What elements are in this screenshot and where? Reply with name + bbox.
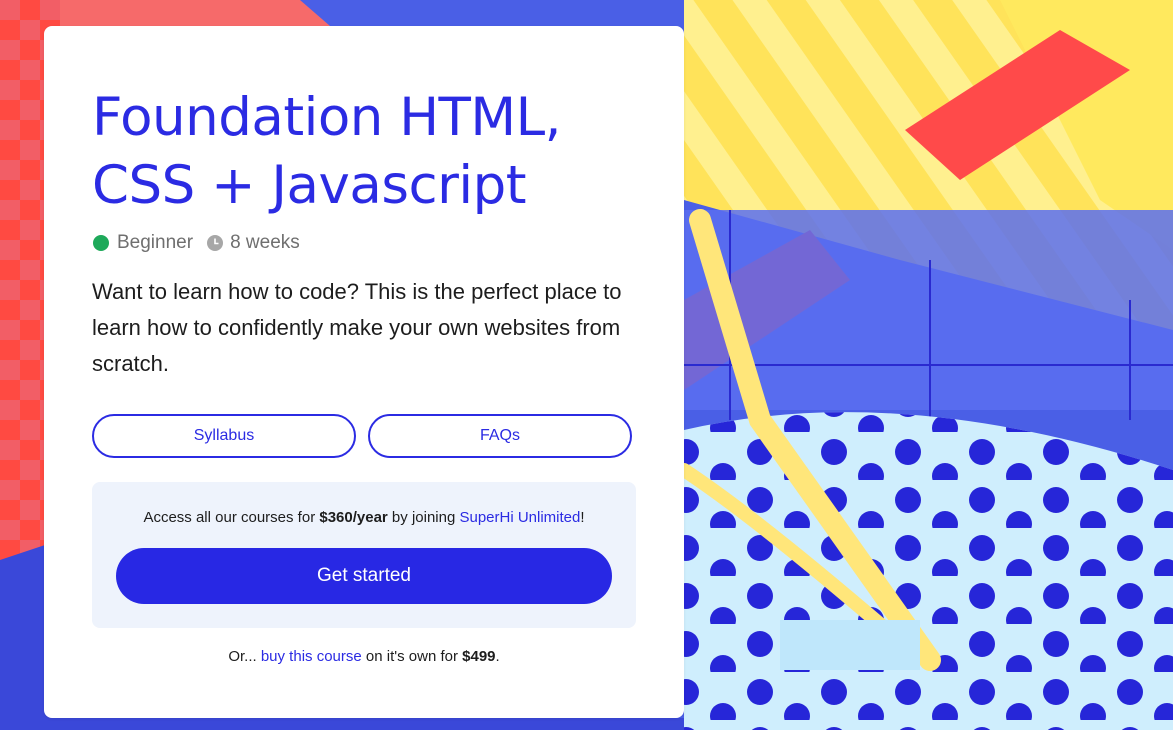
membership-prefix: Access all our courses for xyxy=(143,509,320,526)
course-title: Foundation HTML, CSS + Javascript xyxy=(92,87,562,216)
course-description: Want to learn how to code? This is the p… xyxy=(92,279,622,376)
syllabus-button[interactable]: Syllabus xyxy=(92,414,356,458)
course-meta: Beginner 8 weeks xyxy=(93,232,300,254)
membership-text: Access all our courses for $360/year by … xyxy=(92,509,636,526)
course-level: Beginner xyxy=(117,232,194,253)
get-started-button[interactable]: Get started xyxy=(116,548,612,604)
purchase-price: $499 xyxy=(462,648,496,665)
green-dot-icon xyxy=(93,235,109,251)
purchase-middle: on it's own for xyxy=(361,648,463,665)
membership-panel: Access all our courses for $360/year by … xyxy=(92,482,636,628)
membership-middle: by joining xyxy=(387,509,460,526)
clock-icon xyxy=(207,235,224,251)
faqs-button[interactable]: FAQs xyxy=(368,414,632,458)
membership-price: $360/year xyxy=(319,509,388,526)
purchase-suffix: . xyxy=(495,648,500,665)
buy-course-link[interactable]: buy this course xyxy=(261,648,362,665)
course-card: Foundation HTML, CSS + Javascript Beginn… xyxy=(44,26,684,718)
course-duration: 8 weeks xyxy=(230,232,300,253)
purchase-prefix: Or... xyxy=(228,648,261,665)
superhi-unlimited-link[interactable]: SuperHi Unlimited xyxy=(459,509,580,526)
purchase-text: Or... buy this course on it's own for $4… xyxy=(44,648,684,665)
membership-suffix: ! xyxy=(580,509,585,526)
